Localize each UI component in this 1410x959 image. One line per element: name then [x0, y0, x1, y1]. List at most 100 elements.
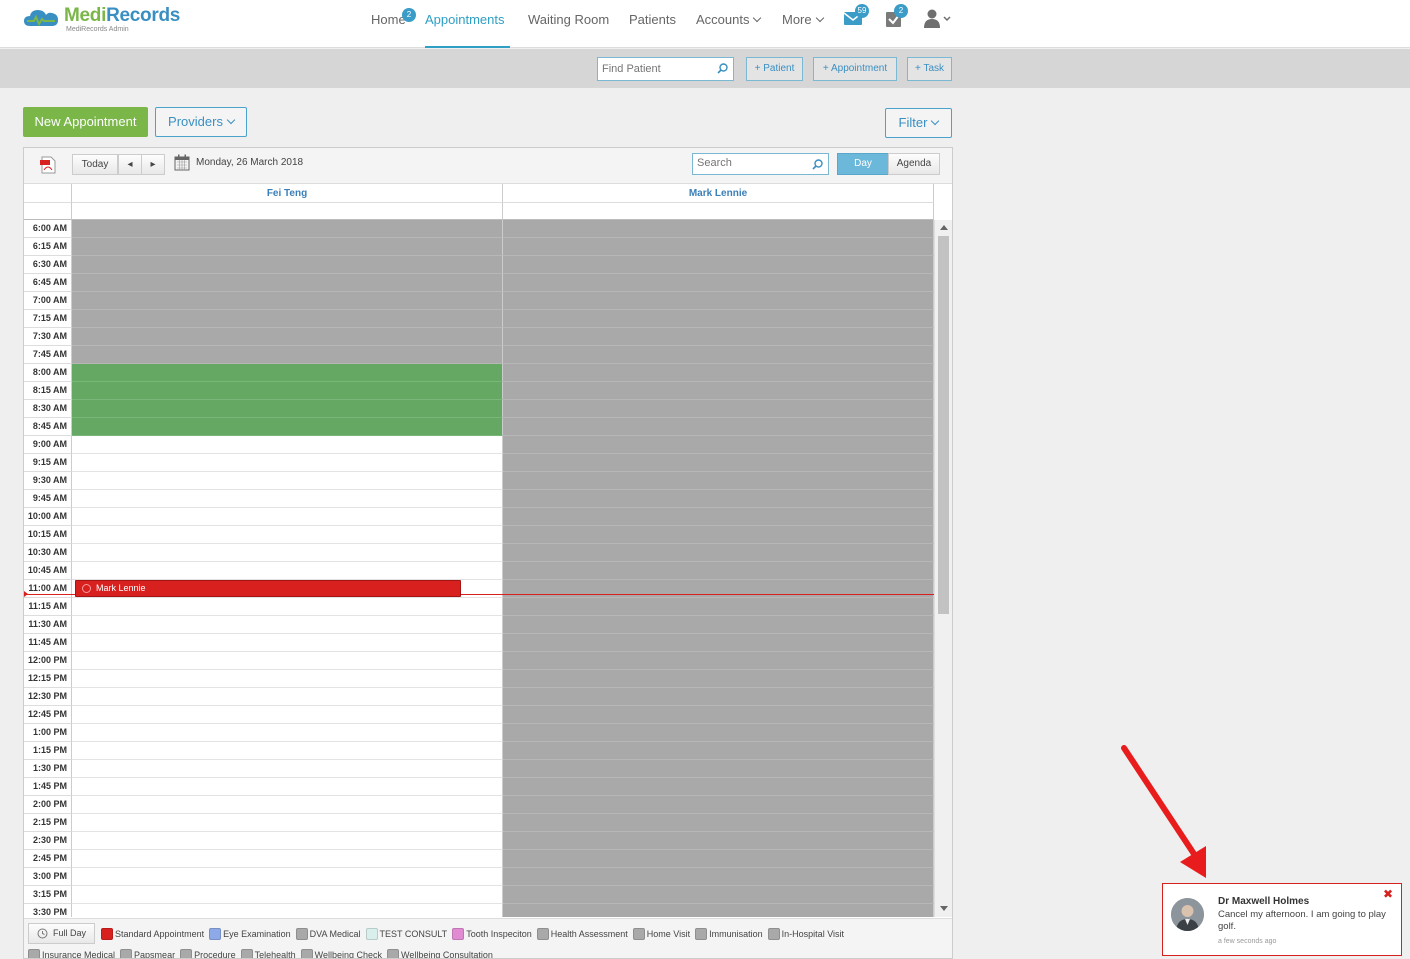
user-menu[interactable]	[923, 8, 953, 35]
find-patient-input[interactable]	[602, 63, 729, 75]
time-slot[interactable]	[72, 778, 503, 796]
time-slot[interactable]	[503, 526, 934, 544]
full-day-button[interactable]: Full Day	[28, 923, 96, 944]
time-slot[interactable]	[72, 274, 503, 292]
time-slot[interactable]	[72, 670, 503, 688]
time-slot[interactable]	[72, 220, 503, 238]
time-slot[interactable]	[503, 454, 934, 472]
time-slot[interactable]	[72, 904, 503, 917]
brand-logo[interactable]: MediRecords MediRecords Admin	[22, 6, 180, 33]
time-slot[interactable]	[72, 490, 503, 508]
time-slot[interactable]	[503, 832, 934, 850]
time-slot[interactable]	[503, 778, 934, 796]
time-slot[interactable]	[503, 724, 934, 742]
time-slot[interactable]	[72, 688, 503, 706]
pdf-export-icon[interactable]	[40, 156, 56, 174]
appointment-block[interactable]: Mark Lennie	[75, 580, 461, 597]
time-slot[interactable]	[503, 400, 934, 418]
legend-item[interactable]: TEST CONSULT	[365, 927, 447, 940]
find-patient-field[interactable]	[597, 57, 734, 81]
add-task-button[interactable]: + Task	[907, 57, 952, 81]
time-slot[interactable]	[72, 238, 503, 256]
providers-dropdown[interactable]: Providers	[155, 107, 247, 137]
time-slot[interactable]	[503, 688, 934, 706]
time-slot[interactable]	[72, 634, 503, 652]
time-slot[interactable]	[72, 436, 503, 454]
nav-waiting-room[interactable]: Waiting Room	[528, 12, 609, 48]
scrollbar-thumb[interactable]	[938, 236, 949, 614]
time-slot[interactable]	[72, 382, 503, 400]
legend-item[interactable]: Procedure	[180, 949, 236, 958]
time-slot[interactable]	[503, 310, 934, 328]
time-slot[interactable]	[503, 418, 934, 436]
time-slot[interactable]	[503, 652, 934, 670]
time-slot[interactable]	[72, 706, 503, 724]
time-slot[interactable]	[503, 850, 934, 868]
time-slot[interactable]	[72, 724, 503, 742]
today-button[interactable]: Today	[72, 154, 118, 175]
scroll-up-arrow[interactable]	[940, 225, 948, 230]
time-slot[interactable]	[503, 472, 934, 490]
date-picker[interactable]: Monday, 26 March 2018	[174, 154, 303, 171]
time-slot[interactable]	[72, 832, 503, 850]
time-slot[interactable]	[503, 256, 934, 274]
time-slot[interactable]	[72, 454, 503, 472]
time-slot[interactable]	[503, 544, 934, 562]
time-slot[interactable]	[503, 328, 934, 346]
scroll-down-arrow[interactable]	[940, 906, 948, 911]
add-appointment-button[interactable]: + Appointment	[813, 57, 897, 81]
time-slot[interactable]	[72, 796, 503, 814]
time-slot[interactable]	[72, 652, 503, 670]
time-slot[interactable]	[72, 544, 503, 562]
time-slot[interactable]	[503, 490, 934, 508]
legend-item[interactable]: Home Visit	[632, 927, 690, 940]
legend-item[interactable]: DVA Medical	[295, 927, 361, 940]
add-patient-button[interactable]: + Patient	[746, 57, 803, 81]
time-slot[interactable]	[503, 598, 934, 616]
legend-item[interactable]: Wellbeing Check	[300, 949, 382, 958]
time-slot[interactable]	[72, 886, 503, 904]
time-slot[interactable]	[503, 760, 934, 778]
time-slot[interactable]	[503, 562, 934, 580]
time-slot[interactable]	[503, 274, 934, 292]
close-icon[interactable]: ✖	[1383, 887, 1393, 901]
time-slot[interactable]	[72, 418, 503, 436]
legend-item[interactable]: Health Assessment	[536, 927, 628, 940]
filter-dropdown[interactable]: Filter	[885, 108, 952, 138]
time-slot[interactable]	[503, 670, 934, 688]
time-slot[interactable]	[503, 742, 934, 760]
time-slot[interactable]	[72, 400, 503, 418]
time-slot[interactable]	[503, 220, 934, 238]
calendar-search-input[interactable]	[697, 157, 824, 169]
time-slot[interactable]	[72, 508, 503, 526]
time-slot[interactable]	[72, 526, 503, 544]
time-slot[interactable]	[503, 616, 934, 634]
time-slot[interactable]	[503, 796, 934, 814]
legend-item[interactable]: Papsmear	[120, 949, 175, 958]
calendar-scrollbar[interactable]	[934, 220, 952, 917]
messages-button[interactable]: 59	[843, 4, 869, 33]
time-slot[interactable]	[72, 292, 503, 310]
legend-item[interactable]: Tooth Inspeciton	[452, 927, 532, 940]
time-slot[interactable]	[72, 814, 503, 832]
time-slot[interactable]	[72, 760, 503, 778]
tasks-button[interactable]: 2	[884, 4, 908, 35]
time-slot[interactable]	[72, 868, 503, 886]
time-slot[interactable]	[72, 472, 503, 490]
legend-item[interactable]: Wellbeing Consultation	[387, 949, 493, 958]
legend-item[interactable]: In-Hospital Visit	[767, 927, 844, 940]
time-slot[interactable]	[503, 292, 934, 310]
all-day-slot[interactable]	[503, 203, 934, 220]
time-slot[interactable]	[503, 436, 934, 454]
time-slot[interactable]	[72, 256, 503, 274]
legend-item[interactable]: Telehealth	[240, 949, 296, 958]
time-slot[interactable]	[503, 346, 934, 364]
nav-more[interactable]: More	[782, 12, 824, 48]
time-slot[interactable]	[72, 310, 503, 328]
time-slot[interactable]	[503, 814, 934, 832]
time-slot[interactable]	[503, 868, 934, 886]
calendar-search-field[interactable]	[692, 153, 829, 175]
time-slot[interactable]	[503, 580, 934, 598]
time-slot[interactable]	[503, 382, 934, 400]
nav-patients[interactable]: Patients	[629, 12, 676, 48]
